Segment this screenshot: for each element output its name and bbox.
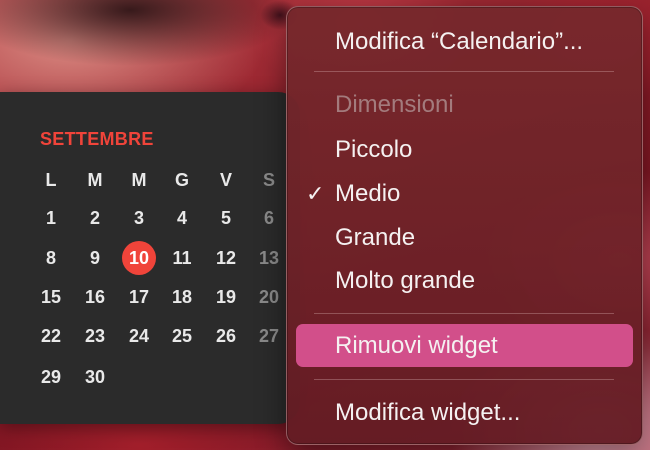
menu-item-edit-calendar[interactable]: Modifica “Calendario”... (335, 27, 583, 57)
desktop: SETTEMBRE L M M G V S 1 2 3 4 5 6 8 9 10… (0, 0, 650, 450)
calendar-day: 13 (258, 248, 280, 268)
calendar-day: 15 (40, 287, 62, 307)
calendar-day: 8 (45, 248, 56, 268)
calendar-month-label: SETTEMBRE (40, 129, 154, 149)
calendar-day: 12 (215, 248, 237, 268)
weekday-saturday: S (262, 170, 275, 190)
calendar-today-number: 10 (128, 248, 150, 268)
calendar-day: 11 (172, 248, 192, 268)
calendar-day: 29 (40, 367, 62, 387)
calendar-today: 10 (119, 241, 159, 275)
calendar-day: 26 (215, 326, 237, 346)
menu-item-size-small[interactable]: Piccolo (335, 135, 412, 165)
weekday-thursday: G (174, 170, 189, 190)
calendar-day: 22 (40, 326, 62, 346)
widget-context-menu: Modifica “Calendario”... Dimensioni Picc… (286, 6, 643, 445)
weekday-friday: V (219, 170, 232, 190)
weekday-wednesday: M (131, 170, 147, 190)
menu-item-size-medium[interactable]: Medio (335, 179, 400, 209)
weekday-tuesday: M (87, 170, 103, 190)
menu-separator (314, 379, 614, 380)
calendar-day: 16 (84, 287, 106, 307)
calendar-day: 3 (133, 208, 144, 228)
weekday-monday: L (45, 170, 57, 190)
calendar-day: 6 (263, 208, 274, 228)
menu-header-dimensions: Dimensioni (335, 91, 454, 118)
calendar-day: 5 (220, 208, 231, 228)
calendar-day: 27 (258, 326, 280, 346)
menu-item-edit-widgets[interactable]: Modifica widget... (335, 398, 520, 428)
calendar-day: 19 (215, 287, 237, 307)
calendar-day: 25 (171, 326, 193, 346)
calendar-day: 1 (45, 208, 56, 228)
calendar-day: 18 (171, 287, 193, 307)
calendar-day: 2 (89, 208, 100, 228)
calendar-day: 9 (89, 248, 100, 268)
calendar-day: 4 (176, 208, 187, 228)
menu-separator (314, 313, 614, 314)
calendar-day: 23 (84, 326, 106, 346)
menu-item-size-large[interactable]: Grande (335, 223, 415, 253)
menu-item-size-extra-large[interactable]: Molto grande (335, 266, 475, 296)
menu-separator (314, 71, 614, 72)
menu-item-remove-widget[interactable]: Rimuovi widget (335, 331, 498, 361)
calendar-day: 24 (128, 326, 150, 346)
calendar-day: 17 (128, 287, 150, 307)
calendar-widget[interactable]: SETTEMBRE L M M G V S 1 2 3 4 5 6 8 9 10… (0, 92, 300, 424)
calendar-day: 20 (258, 287, 280, 307)
checkmark-icon: ✓ (306, 181, 325, 206)
calendar-day: 30 (84, 367, 106, 387)
